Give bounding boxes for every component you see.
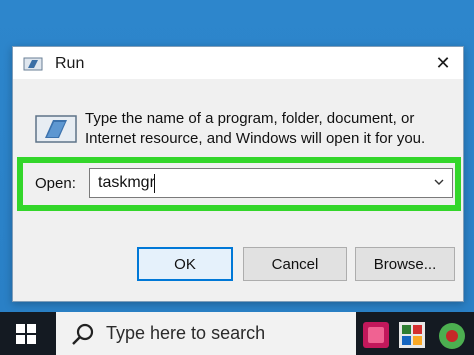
app-icon[interactable]: [360, 316, 394, 352]
app-icon[interactable]: [396, 316, 430, 352]
title-bar: Run ✕: [13, 47, 463, 79]
close-button[interactable]: ✕: [423, 47, 463, 79]
text-cursor: [154, 174, 155, 193]
open-input-value[interactable]: taskmgr: [98, 174, 155, 192]
run-dialog: Run ✕ Type the name of a program, folder…: [12, 46, 464, 302]
dialog-title: Run: [55, 55, 85, 72]
run-description: Type the name of a program, folder, docu…: [85, 110, 426, 147]
cancel-button[interactable]: Cancel: [243, 247, 347, 281]
taskbar-search-box[interactable]: Type here to search: [56, 312, 356, 355]
search-placeholder: Type here to search: [106, 323, 266, 343]
taskbar: Type here to search: [0, 312, 474, 355]
open-label: Open:: [35, 175, 76, 192]
run-program-icon: [35, 115, 77, 143]
chevron-down-icon[interactable]: [432, 175, 446, 189]
browse-button[interactable]: Browse...: [355, 247, 455, 281]
run-icon: [23, 57, 43, 71]
start-button[interactable]: [0, 312, 52, 355]
open-combobox[interactable]: taskmgr: [89, 168, 453, 198]
open-field-highlight: Open: taskmgr: [17, 157, 461, 211]
search-icon: [72, 323, 94, 345]
windows-start-icon: [16, 323, 36, 344]
close-icon: ✕: [435, 52, 451, 73]
app-icon[interactable]: [432, 316, 466, 352]
ok-button[interactable]: OK: [137, 247, 233, 281]
